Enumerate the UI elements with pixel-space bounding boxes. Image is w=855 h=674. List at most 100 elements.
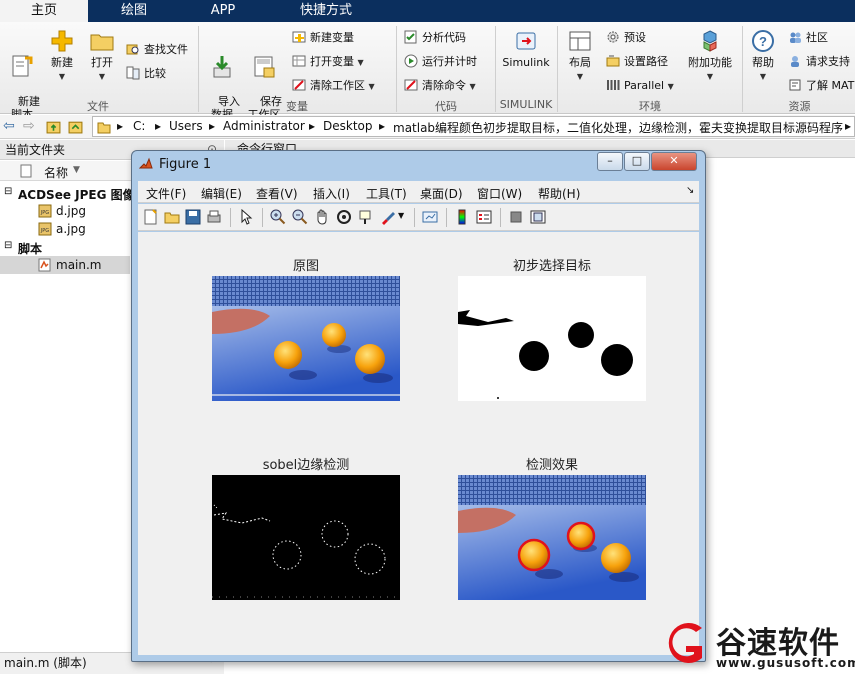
figure-canvas: 原图 初步选择目标 sobel边缘检测 检测效果 [138, 232, 699, 655]
subplot-original-image[interactable] [212, 276, 400, 401]
path-field[interactable]: ▸ C: ▸ Users ▸ Administrator ▸ Desktop ▸… [92, 116, 855, 137]
print-icon[interactable] [206, 209, 222, 225]
back-arrow-icon[interactable]: ⇦ [3, 118, 15, 134]
tab-shortcuts[interactable]: 快捷方式 [266, 0, 386, 22]
run-and-time-button[interactable]: 运行并计时 [404, 54, 477, 69]
pointer-icon[interactable] [238, 209, 254, 225]
chevron-down-icon[interactable]: ▼ [398, 211, 404, 220]
layout-button[interactable]: 布局 ▼ [562, 28, 598, 83]
column-header-name[interactable]: 名称 [44, 164, 68, 181]
subplot-binary-image[interactable] [458, 276, 646, 401]
data-cursor-icon[interactable] [358, 209, 374, 225]
breadcrumb-separator: ▸ [379, 119, 386, 133]
menu-edit[interactable]: 编辑(E) [201, 185, 242, 202]
minimize-button[interactable]: – [597, 152, 623, 171]
breadcrumb-administrator[interactable]: Administrator [223, 119, 305, 133]
preferences-button[interactable]: 预设 [606, 30, 646, 45]
parallel-button[interactable]: Parallel ▼ [606, 78, 674, 94]
link-plot-icon[interactable] [422, 209, 438, 225]
set-path-label: 设置路径 [624, 55, 668, 68]
add-ons-label: 附加功能 [688, 56, 732, 69]
analyze-code-button[interactable]: 分析代码 [404, 30, 466, 45]
group-label-file: 文件 [87, 100, 109, 113]
menu-help[interactable]: 帮助(H) [538, 185, 580, 202]
dock-arrow-icon[interactable]: ↘ [686, 185, 694, 196]
tree-group-scripts[interactable]: 脚本 [18, 240, 42, 257]
open-file-icon[interactable] [164, 209, 180, 225]
parallel-label: Parallel [624, 79, 665, 92]
show-plot-tools-icon[interactable] [530, 209, 546, 225]
breadcrumb-users[interactable]: Users [169, 119, 203, 133]
toolbar-separator [230, 208, 231, 227]
open-variable-button[interactable]: 打开变量 ▼ [292, 54, 364, 70]
compare-button[interactable]: 比较 [126, 66, 166, 81]
support-icon [791, 56, 799, 67]
clear-workspace-button[interactable]: 清除工作区 ▼ [292, 78, 375, 94]
brush-icon[interactable] [380, 209, 396, 225]
tab-apps[interactable]: APP [180, 0, 266, 22]
compare-label: 比较 [144, 67, 166, 80]
new-variable-label: 新建变量 [310, 31, 354, 44]
new-figure-icon[interactable] [143, 209, 159, 225]
figure-toolbar: ▼ [138, 204, 699, 231]
browse-folder-icon[interactable] [68, 119, 83, 134]
zoom-out-icon[interactable] [292, 209, 308, 225]
group-label-resources: 资源 [788, 100, 811, 113]
menu-desktop[interactable]: 桌面(D) [420, 185, 463, 202]
up-folder-icon[interactable] [46, 119, 61, 134]
menu-window[interactable]: 窗口(W) [477, 185, 522, 202]
rotate-3d-icon[interactable] [336, 209, 352, 225]
simulink-icon [516, 32, 536, 50]
breadcrumb-project-folder[interactable]: matlab编程颜色初步提取目标，二值化处理，边缘检测，霍夫变换提取目标源码程序 [393, 119, 843, 136]
breadcrumb-drive[interactable]: C: [133, 119, 145, 133]
group-divider [742, 26, 743, 112]
compare-icon [126, 66, 140, 80]
new-variable-button[interactable]: 新建变量 [292, 30, 354, 45]
layout-label: 布局 [569, 56, 591, 69]
collapse-icon[interactable]: ⊟ [4, 186, 12, 197]
menu-tools[interactable]: 工具(T) [366, 185, 407, 202]
gususoft-logo [668, 623, 702, 663]
learn-matlab-button[interactable]: 了解 MAT [788, 78, 854, 93]
breadcrumb-desktop[interactable]: Desktop [323, 119, 373, 133]
menu-file[interactable]: 文件(F) [146, 185, 186, 202]
sort-arrow-icon[interactable]: ▼ [73, 165, 80, 175]
menu-insert[interactable]: 插入(I) [313, 185, 350, 202]
open-label: 打开 [91, 56, 113, 69]
file-item[interactable]: a.jpg [56, 222, 86, 236]
pan-hand-icon[interactable] [314, 209, 330, 225]
tree-group-jpeg[interactable]: ACDSee JPEG 图像 [18, 186, 135, 203]
svg-text:?: ? [759, 34, 767, 49]
subplot-detection-result[interactable] [458, 475, 646, 600]
legend-icon[interactable] [476, 209, 492, 225]
file-item[interactable]: d.jpg [56, 204, 86, 218]
menu-view[interactable]: 查看(V) [256, 185, 298, 202]
jpg-file-icon: JPG [38, 204, 52, 218]
collapse-icon[interactable]: ⊟ [4, 240, 12, 251]
subplot-sobel-edges[interactable] [212, 475, 400, 600]
tab-home[interactable]: 主页 [0, 0, 88, 22]
community-button[interactable]: 社区 [788, 30, 828, 45]
clear-commands-button[interactable]: 清除命令 ▼ [404, 78, 476, 94]
tab-plots[interactable]: 绘图 [88, 0, 180, 22]
breadcrumb-separator: ▸ [845, 119, 852, 133]
file-item[interactable]: main.m [56, 258, 102, 272]
add-ons-button[interactable]: 附加功能 ▼ [686, 28, 734, 83]
colorbar-icon[interactable] [454, 209, 470, 225]
forward-arrow-icon[interactable]: ⇨ [23, 118, 35, 134]
simulink-button[interactable]: Simulink [500, 28, 552, 69]
hide-plot-tools-icon[interactable] [508, 209, 524, 225]
maximize-button[interactable]: □ [624, 152, 650, 171]
help-button[interactable]: ? 帮助 ▼ [746, 28, 780, 83]
close-button[interactable]: ✕ [651, 152, 697, 171]
find-files-button[interactable]: 查找文件 [126, 42, 188, 57]
set-path-button[interactable]: 设置路径 [606, 54, 668, 69]
group-label-simulink: SIMULINK [499, 98, 553, 111]
figure-window[interactable]: Figure 1 – □ ✕ 文件(F) 编辑(E) 查看(V) 插入(I) 工… [131, 150, 706, 662]
save-icon[interactable] [185, 209, 201, 225]
open-button[interactable]: 打开 ▼ [84, 28, 120, 83]
zoom-in-icon[interactable] [270, 209, 286, 225]
new-button[interactable]: 新建 ▼ [44, 28, 80, 83]
request-support-button[interactable]: 请求支持 [788, 54, 850, 69]
new-plus-icon [51, 30, 73, 52]
